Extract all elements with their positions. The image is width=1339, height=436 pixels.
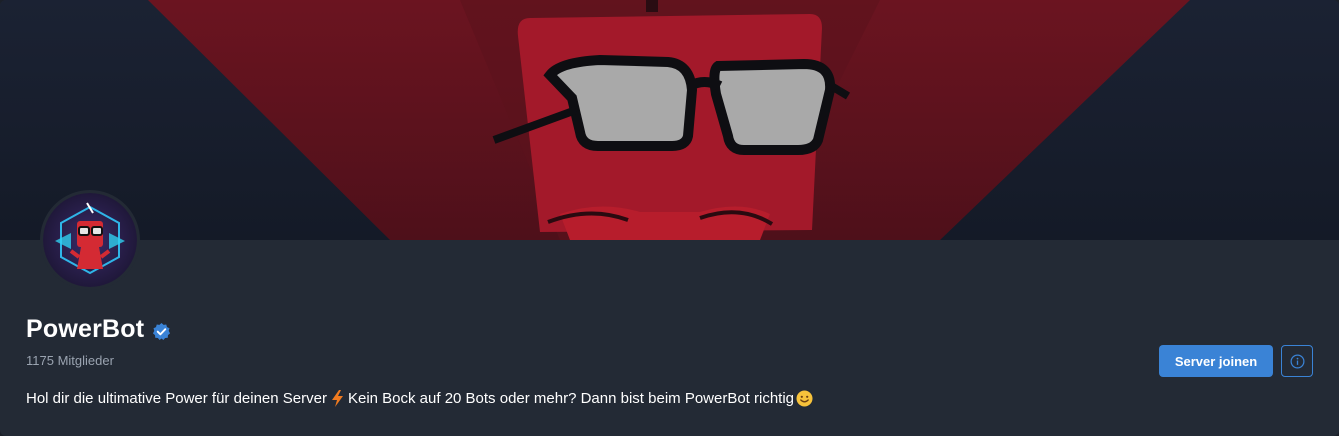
verified-badge-icon xyxy=(152,322,171,341)
server-banner xyxy=(0,0,1339,240)
server-title-row: PowerBot xyxy=(26,315,171,344)
info-icon xyxy=(1290,354,1305,369)
info-button[interactable] xyxy=(1281,345,1313,377)
server-name: PowerBot xyxy=(26,315,145,343)
join-server-button[interactable]: Server joinen xyxy=(1159,345,1273,377)
member-count: 1175 Mitglieder xyxy=(26,353,114,368)
lightning-bolt-icon xyxy=(331,390,343,407)
server-avatar xyxy=(40,190,140,290)
description-text-1: Hol dir die ultimative Power für deinen … xyxy=(26,390,327,407)
server-description: Hol dir die ultimative Power für deinen … xyxy=(26,390,813,407)
smiley-icon xyxy=(796,390,813,407)
server-card: PowerBot 1175 Mitglieder Hol dir die ult… xyxy=(0,0,1339,436)
description-text-2: Kein Bock auf 20 Bots oder mehr? Dann bi… xyxy=(347,390,795,407)
